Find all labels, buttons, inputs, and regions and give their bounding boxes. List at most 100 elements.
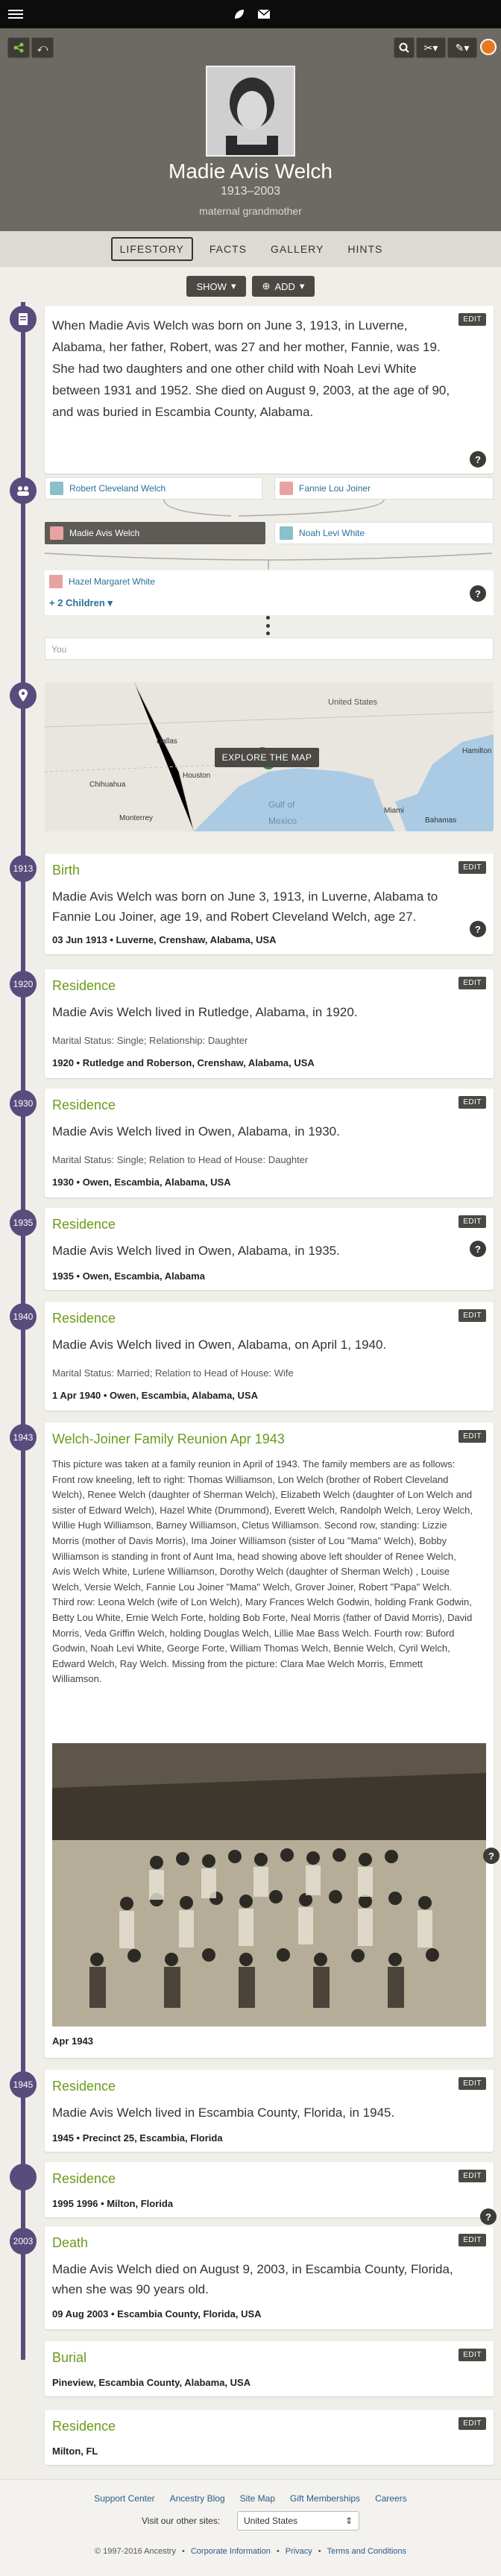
legal-link[interactable]: Terms and Conditions bbox=[327, 2547, 406, 2556]
you-card[interactable]: You bbox=[45, 637, 494, 660]
tab-lifestory[interactable]: LIFESTORY bbox=[110, 237, 193, 261]
svg-text:Dallas: Dallas bbox=[157, 737, 177, 746]
year-marker: 1913 bbox=[10, 855, 37, 882]
family-mother[interactable]: Fannie Lou Joiner bbox=[274, 477, 494, 500]
more-dots-icon[interactable] bbox=[265, 616, 270, 635]
svg-text:Chihuahua: Chihuahua bbox=[89, 781, 126, 789]
person-name: Madie Avis Welch bbox=[168, 160, 333, 183]
edit-button[interactable]: EDIT bbox=[459, 1309, 486, 1322]
svg-text:Hamilton: Hamilton bbox=[462, 747, 491, 755]
tree-view-button[interactable] bbox=[7, 37, 30, 58]
footer-link[interactable]: Support Center bbox=[94, 2493, 154, 2504]
footer-legal: © 1997-2016 Ancestry • Corporate Informat… bbox=[94, 2547, 407, 2556]
person-header: ⤺ ✂▾ ✎▾ Madie Avis Welch 1913–2003 mater… bbox=[0, 28, 501, 231]
chevron-down-icon: ▾ bbox=[230, 280, 236, 292]
map-pin-icon bbox=[10, 682, 37, 709]
tab-gallery[interactable]: GALLERY bbox=[263, 239, 331, 259]
legal-link[interactable]: Privacy bbox=[286, 2547, 312, 2556]
year-marker: 1943 bbox=[10, 1424, 37, 1451]
events-map[interactable]: United States Dallas Houston Monterrey C… bbox=[45, 682, 494, 831]
menu-icon[interactable] bbox=[7, 6, 24, 22]
event-card[interactable]: EDIT Residence Madie Avis Welch lived in… bbox=[45, 969, 494, 1078]
family-father[interactable]: Robert Cleveland Welch bbox=[45, 477, 262, 500]
leaf-icon[interactable] bbox=[231, 6, 248, 22]
photo-story-card[interactable]: EDIT Welch-Joiner Family Reunion Apr 194… bbox=[45, 1423, 500, 2058]
event-card[interactable]: EDIT Burial Pineview, Escambia County, A… bbox=[45, 2341, 494, 2396]
family-spouse[interactable]: Noah Levi White bbox=[274, 522, 494, 544]
event-card[interactable]: EDIT Residence Madie Avis Welch lived in… bbox=[45, 1302, 494, 1411]
tools-icon: ✂▾ bbox=[423, 41, 438, 54]
hints-leaf-icon[interactable] bbox=[480, 39, 497, 55]
family-child[interactable]: Hazel Margaret White bbox=[49, 575, 155, 588]
event-title: Birth bbox=[52, 863, 81, 878]
event-card[interactable]: EDIT Residence 1995 1996 • Milton, Flori… bbox=[45, 2162, 497, 2225]
edit-button[interactable]: EDIT bbox=[459, 2234, 486, 2246]
event-details: Marital Status: Married; Relation to Hea… bbox=[52, 1367, 294, 1379]
tools-button[interactable]: ✂▾ bbox=[416, 37, 446, 58]
svg-text:Gulf of: Gulf of bbox=[268, 799, 295, 810]
event-title: Burial bbox=[52, 2350, 87, 2365]
reunion-photo[interactable] bbox=[52, 1743, 486, 2027]
event-title: Residence bbox=[52, 2079, 116, 2094]
show-label: SHOW bbox=[196, 280, 227, 292]
event-title: Residence bbox=[52, 1311, 116, 1326]
footer-link[interactable]: Site Map bbox=[240, 2493, 275, 2504]
male-avatar-icon bbox=[50, 482, 63, 495]
event-details: Marital Status: Single; Relationship: Da… bbox=[52, 1035, 248, 1046]
edit-button[interactable]: EDIT bbox=[459, 2349, 486, 2361]
event-card[interactable]: EDIT Residence Madie Avis Welch lived in… bbox=[45, 1089, 494, 1197]
event-card[interactable]: EDIT Residence Madie Avis Welch lived in… bbox=[45, 2070, 494, 2152]
search-button[interactable] bbox=[394, 37, 415, 58]
edit-person-button[interactable]: ✎▾ bbox=[447, 37, 477, 58]
event-card[interactable]: EDIT Residence Madie Avis Welch lived in… bbox=[45, 1208, 494, 1290]
photo-caption: Apr 1943 bbox=[52, 2035, 93, 2047]
family-self[interactable]: Madie Avis Welch bbox=[45, 522, 265, 544]
story-text: When Madie Avis Welch was born on June 3… bbox=[52, 318, 450, 419]
other-sites-label: Visit our other sites: bbox=[142, 2516, 221, 2526]
pedigree-button[interactable]: ⤺ bbox=[31, 37, 54, 58]
event-card[interactable]: EDIT Residence Milton, FL bbox=[45, 2410, 494, 2465]
edit-button[interactable]: EDIT bbox=[459, 2170, 486, 2182]
edit-button[interactable]: EDIT bbox=[459, 1430, 486, 1443]
event-card[interactable]: EDIT Death Madie Avis Welch died on Augu… bbox=[45, 2226, 494, 2329]
story-icon bbox=[10, 306, 37, 333]
help-icon[interactable]: ? bbox=[470, 451, 486, 467]
children-box: Hazel Margaret White + 2 Children ▾ ? bbox=[45, 570, 494, 615]
self-name: Madie Avis Welch bbox=[69, 528, 140, 538]
more-children-link[interactable]: + 2 Children ▾ bbox=[49, 597, 113, 609]
top-bar bbox=[0, 0, 501, 28]
story-description: This picture was taken at a family reuni… bbox=[52, 1458, 473, 1685]
footer-link[interactable]: Ancestry Blog bbox=[170, 2493, 225, 2504]
event-sentence: Madie Avis Welch was born on June 3, 191… bbox=[52, 889, 438, 924]
edit-button[interactable]: EDIT bbox=[459, 977, 486, 989]
event-date-place: 1930 • Owen, Escambia, Alabama, USA bbox=[52, 1177, 231, 1188]
help-icon[interactable]: ? bbox=[483, 1848, 500, 1864]
portrait-photo[interactable] bbox=[206, 66, 295, 157]
legal-link[interactable]: Corporate Information bbox=[191, 2547, 271, 2556]
edit-button[interactable]: EDIT bbox=[459, 1215, 486, 1228]
copyright: © 1997-2016 Ancestry bbox=[94, 2547, 176, 2556]
help-icon[interactable]: ? bbox=[480, 2208, 497, 2225]
help-icon[interactable]: ? bbox=[470, 1241, 486, 1257]
edit-button[interactable]: EDIT bbox=[459, 1096, 486, 1109]
edit-button[interactable]: EDIT bbox=[459, 2417, 486, 2430]
show-dropdown[interactable]: SHOW ▾ bbox=[186, 276, 246, 297]
tab-facts[interactable]: FACTS bbox=[202, 239, 254, 259]
country-select[interactable]: United States ⇕ bbox=[237, 2511, 359, 2531]
edit-button[interactable]: EDIT bbox=[459, 861, 486, 874]
mail-icon[interactable] bbox=[256, 6, 272, 22]
father-name: Robert Cleveland Welch bbox=[69, 483, 166, 494]
tab-hints[interactable]: HINTS bbox=[340, 239, 390, 259]
footer-link[interactable]: Careers bbox=[375, 2493, 407, 2504]
explore-map-button[interactable]: EXPLORE THE MAP bbox=[215, 748, 319, 767]
help-icon[interactable]: ? bbox=[470, 921, 486, 937]
add-dropdown[interactable]: ⊕ ADD ▾ bbox=[252, 276, 315, 297]
year-marker: 1930 bbox=[10, 1090, 37, 1117]
edit-button[interactable]: EDIT bbox=[459, 313, 486, 326]
lifestory-actions: SHOW ▾ ⊕ ADD ▾ bbox=[0, 276, 501, 297]
edit-button[interactable]: EDIT bbox=[459, 2077, 486, 2090]
footer-link[interactable]: Gift Memberships bbox=[290, 2493, 360, 2504]
help-icon[interactable]: ? bbox=[470, 585, 486, 602]
year-marker: 2003 bbox=[10, 2228, 37, 2255]
event-card[interactable]: EDIT Birth Madie Avis Welch was born on … bbox=[45, 854, 494, 954]
